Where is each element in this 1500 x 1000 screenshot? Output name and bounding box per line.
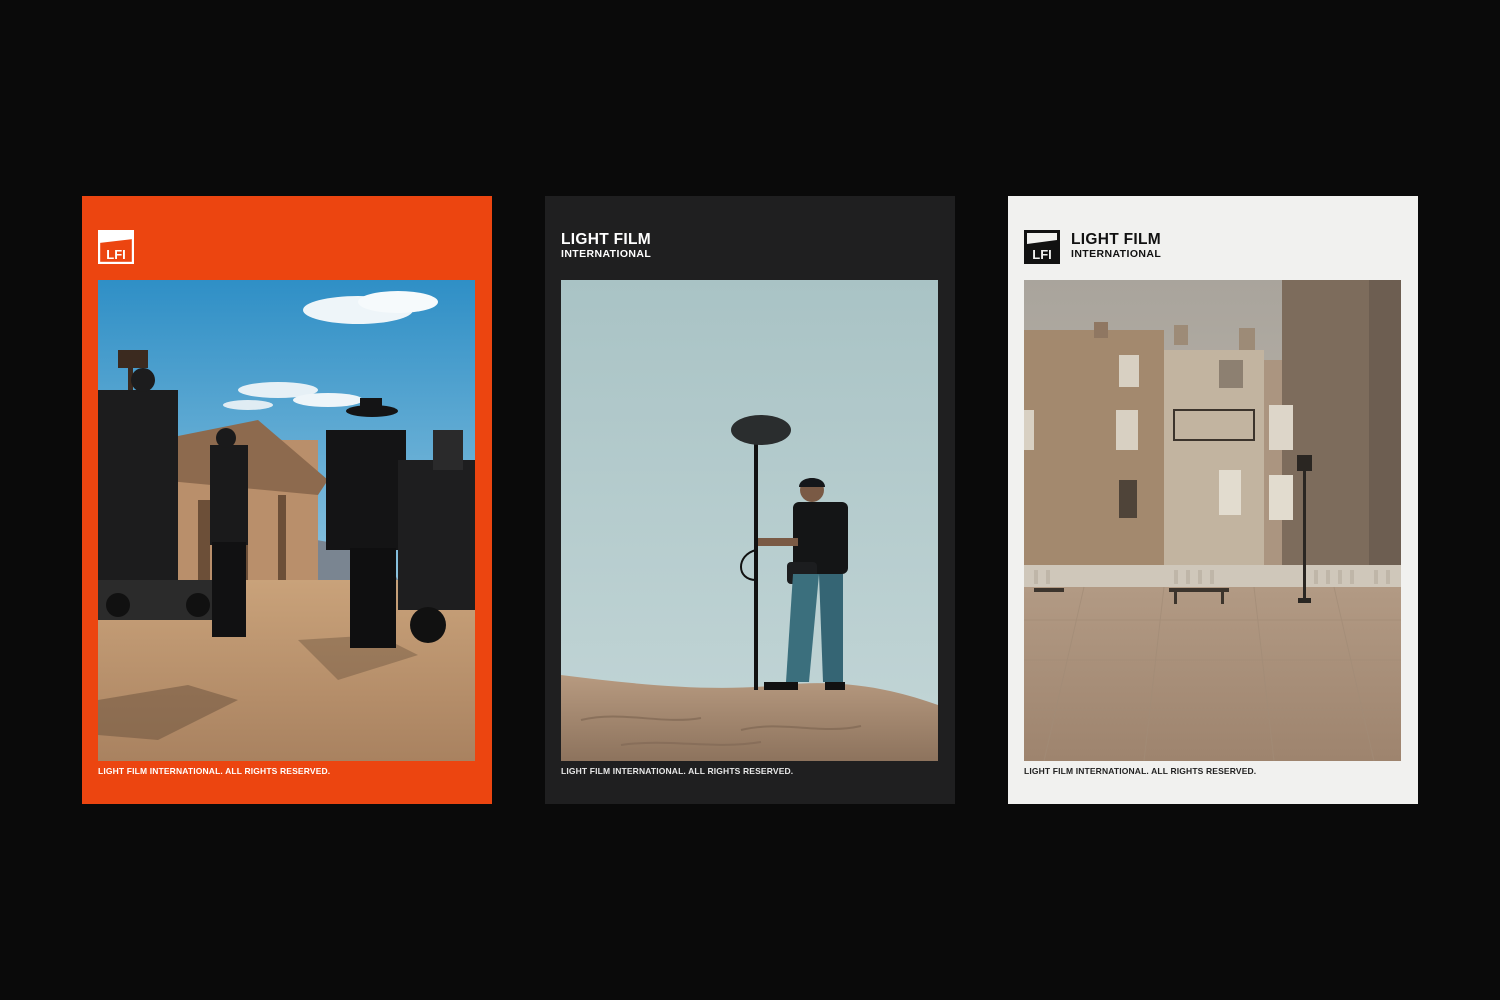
poster-dark: LIGHT FILM INTERNATIONAL LIGHT FILM INTE…: [545, 196, 955, 804]
boom-operator-photo: [561, 280, 938, 761]
village-square-photo: [1024, 280, 1401, 761]
wordmark-line2: INTERNATIONAL: [561, 247, 652, 260]
lfi-logo-icon: LFI: [98, 230, 134, 264]
wordmark-line2: INTERNATIONAL: [1071, 247, 1162, 260]
wordmark-line1: LIGHT FILM: [561, 231, 651, 248]
logo-text: LFI: [1032, 247, 1052, 262]
film-set-photo: [98, 280, 475, 761]
wordmark-line1: LIGHT FILM: [1071, 231, 1161, 248]
logo-text: LFI: [106, 247, 126, 262]
wordmark: LIGHT FILM INTERNATIONAL: [1071, 232, 1161, 259]
poster-light: LFI LIGHT FILM INTERNATIONAL LIGHT FILM …: [1008, 196, 1418, 804]
copyright-footer: LIGHT FILM INTERNATIONAL. ALL RIGHTS RES…: [561, 766, 794, 776]
lfi-logo-icon: LFI: [1024, 230, 1060, 264]
wordmark: LIGHT FILM INTERNATIONAL: [561, 232, 651, 259]
copyright-footer: LIGHT FILM INTERNATIONAL. ALL RIGHTS RES…: [1024, 766, 1257, 776]
copyright-footer: LIGHT FILM INTERNATIONAL. ALL RIGHTS RES…: [98, 766, 331, 776]
poster-orange: LFI LIGHT FILM INTERNATIONAL. ALL RIGHTS…: [82, 196, 492, 804]
